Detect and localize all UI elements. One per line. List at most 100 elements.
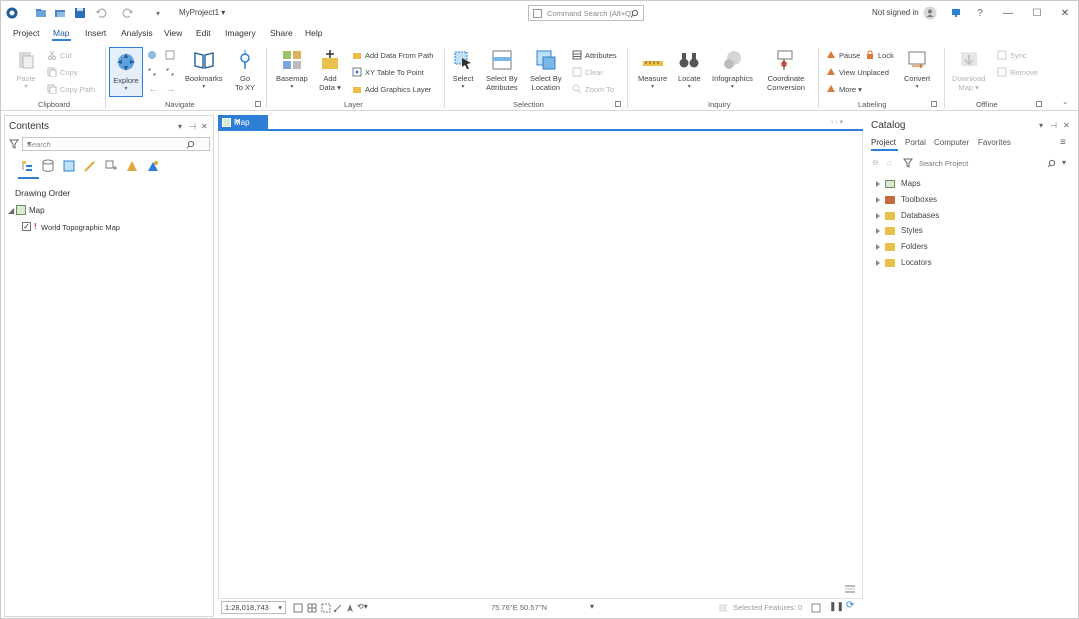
expand-icon[interactable] xyxy=(876,259,880,266)
home-icon[interactable]: ⌂ xyxy=(887,158,892,167)
copy-button[interactable]: Copy xyxy=(47,67,78,77)
coordinate-format-dropdown-icon[interactable]: ▾ xyxy=(590,602,594,611)
catalog-search-input[interactable]: Search Project xyxy=(919,159,968,168)
catalog-tab-computer[interactable]: Computer xyxy=(934,138,969,147)
command-search-input[interactable]: Command Search (Alt+Q) xyxy=(528,5,644,21)
list-by-snapping-icon[interactable] xyxy=(104,159,118,173)
grid-icon[interactable] xyxy=(307,603,317,613)
bookmarks-button[interactable]: Bookmarks ▾ xyxy=(185,49,223,90)
download-map-button[interactable]: Download Map ▾ xyxy=(952,49,985,92)
list-by-perspective-imagery-icon[interactable] xyxy=(146,159,160,173)
selection-launcher-icon[interactable] xyxy=(615,101,621,107)
zoom-out-fixed-button[interactable] xyxy=(165,67,178,77)
notifications-icon[interactable] xyxy=(949,6,963,20)
catalog-item-toolboxes[interactable]: Toolboxes xyxy=(876,195,937,204)
catalog-tab-favorites[interactable]: Favorites xyxy=(978,138,1011,147)
navigator-icon[interactable] xyxy=(321,603,331,613)
measure-button[interactable]: Measure ▾ xyxy=(638,49,667,90)
open-project-icon[interactable] xyxy=(53,6,67,20)
view-unplaced-button[interactable]: View Unplaced xyxy=(826,67,889,77)
fixed-zoom-button[interactable] xyxy=(165,50,178,60)
select-button[interactable]: Select ▾ xyxy=(452,49,474,90)
minimize-icon[interactable]: — xyxy=(1000,5,1016,21)
list-by-drawing-order-icon[interactable] xyxy=(20,159,34,173)
lock-labeling-button[interactable]: Lock xyxy=(865,50,894,60)
collapse-map-icon[interactable]: ◢ xyxy=(8,206,14,215)
expand-icon[interactable] xyxy=(876,243,880,250)
add-graphics-layer-button[interactable]: Add Graphics Layer xyxy=(352,84,431,94)
catalog-menu-icon[interactable]: ≡ xyxy=(1060,137,1066,148)
cut-button[interactable]: Cut xyxy=(47,50,72,60)
clear-selection-status-icon[interactable] xyxy=(811,603,821,613)
full-extent-button[interactable] xyxy=(147,50,160,60)
expand-icon[interactable] xyxy=(876,227,880,234)
catalog-tab-project[interactable]: Project xyxy=(871,138,896,147)
attributes-button[interactable]: Attributes xyxy=(572,50,617,60)
layer-name[interactable]: World Topographic Map xyxy=(41,223,120,232)
pin-icon[interactable]: ⊣ xyxy=(1050,121,1057,130)
xy-table-to-point-button[interactable]: XY Table To Point xyxy=(352,67,424,77)
layer-visibility-checkbox[interactable]: ✓ xyxy=(22,222,31,231)
list-by-source-icon[interactable] xyxy=(41,159,55,173)
map-node[interactable]: Map xyxy=(29,206,45,215)
collapse-ribbon-icon[interactable]: ⌄ xyxy=(1062,97,1068,106)
help-icon[interactable]: ? xyxy=(973,6,987,20)
catalog-item-maps[interactable]: Maps xyxy=(876,179,921,188)
labeling-launcher-icon[interactable] xyxy=(931,101,937,107)
sign-in-status[interactable]: Not signed in xyxy=(872,8,919,17)
select-by-location-button[interactable]: Select By Location xyxy=(530,49,562,92)
catalog-tab-portal[interactable]: Portal xyxy=(905,138,926,147)
contents-search-input[interactable]: Search ▾ xyxy=(22,137,210,151)
locate-button[interactable]: Locate ▾ xyxy=(678,49,701,90)
clear-selection-button[interactable]: Clear xyxy=(572,67,603,77)
basemap-button[interactable]: Basemap ▾ xyxy=(276,49,308,90)
quick-access-dropdown-icon[interactable]: ▾ xyxy=(151,6,165,20)
catalog-item-databases[interactable]: Databases xyxy=(876,211,939,220)
expand-icon[interactable] xyxy=(876,196,880,203)
tab-edit[interactable]: Edit xyxy=(196,28,211,38)
search-dropdown-icon[interactable]: ▾ xyxy=(1062,158,1066,167)
refresh-icon[interactable]: ⟳ xyxy=(846,600,854,611)
list-by-selection-icon[interactable] xyxy=(62,159,76,173)
paste-button[interactable]: Paste ▾ xyxy=(15,49,37,90)
pane-options-icon[interactable]: ▾ xyxy=(178,122,182,131)
project-title[interactable]: MyProject1 ▾ xyxy=(179,8,225,17)
map-canvas[interactable] xyxy=(218,131,863,598)
close-tab-icon[interactable]: ✕ xyxy=(234,117,264,126)
offline-launcher-icon[interactable] xyxy=(1036,101,1042,107)
more-labeling-button[interactable]: More ▾ xyxy=(826,84,862,94)
infographics-button[interactable]: Infographics ▾ xyxy=(712,49,753,90)
list-by-labeling-icon[interactable] xyxy=(125,159,139,173)
north-arrow-icon[interactable] xyxy=(345,603,355,613)
new-project-icon[interactable] xyxy=(34,6,48,20)
pane-options-icon[interactable]: ▾ xyxy=(1039,121,1043,130)
navigate-launcher-icon[interactable] xyxy=(255,101,261,107)
go-to-xy-button[interactable]: Go To XY xyxy=(234,49,256,92)
tab-share[interactable]: Share xyxy=(270,28,293,38)
tab-analysis[interactable]: Analysis xyxy=(121,28,153,38)
undo-icon[interactable] xyxy=(94,6,108,20)
tab-map[interactable]: Map xyxy=(52,28,71,41)
expand-icon[interactable] xyxy=(876,212,880,219)
previous-extent-button[interactable]: ← xyxy=(148,83,159,95)
snapping-icon[interactable] xyxy=(333,603,343,613)
add-data-button[interactable]: Add Data ▾ xyxy=(319,49,341,92)
save-icon[interactable] xyxy=(73,6,87,20)
close-pane-icon[interactable]: ✕ xyxy=(1063,121,1070,130)
catalog-item-folders[interactable]: Folders xyxy=(876,242,928,251)
close-pane-icon[interactable]: ✕ xyxy=(201,122,208,131)
maximize-icon[interactable]: ☐ xyxy=(1029,5,1045,21)
copy-path-button[interactable]: Copy Path xyxy=(47,84,95,94)
catalog-item-locators[interactable]: Locators xyxy=(876,258,932,267)
zoom-to-selection-button[interactable]: Zoom To xyxy=(572,84,614,94)
pin-icon[interactable]: ⊣ xyxy=(189,122,196,131)
add-data-from-path-button[interactable]: Add Data From Path xyxy=(352,50,433,60)
map-view-tab[interactable]: Map ✕ xyxy=(218,115,268,130)
convert-button[interactable]: Convert ▾ xyxy=(904,49,930,90)
tab-scroll-arrows-icon[interactable]: ‹ › ▾ xyxy=(831,118,843,126)
select-by-attributes-button[interactable]: Select By Attributes xyxy=(486,49,518,92)
scale-selector[interactable]: 1:28,018,743 ▾ xyxy=(221,601,286,614)
sync-button[interactable]: Sync xyxy=(997,50,1027,60)
tab-insert[interactable]: Insert xyxy=(85,28,106,38)
filter-icon[interactable] xyxy=(9,139,19,149)
